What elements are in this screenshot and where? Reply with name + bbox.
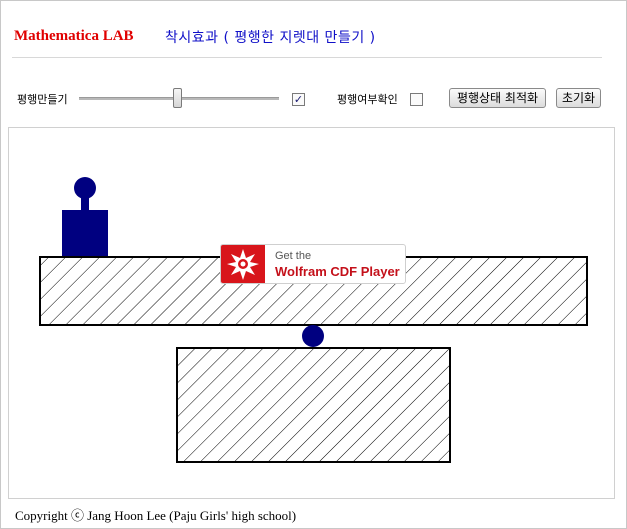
weight-block <box>62 210 108 257</box>
wolfram-spikey-icon <box>221 245 265 283</box>
weight-knob <box>74 177 96 199</box>
weight-neck <box>81 197 89 211</box>
cdf-badge-line1: Get the <box>275 250 312 262</box>
cdf-badge-line2: Wolfram CDF Player <box>275 264 400 279</box>
cdf-player-badge[interactable]: Get the Wolfram CDF Player <box>220 244 406 284</box>
fulcrum-ball <box>302 325 324 347</box>
copyright-footer: Copyright ⓒ Jang Hoon Lee (Paju Girls' h… <box>15 508 297 523</box>
base-block <box>176 347 451 463</box>
